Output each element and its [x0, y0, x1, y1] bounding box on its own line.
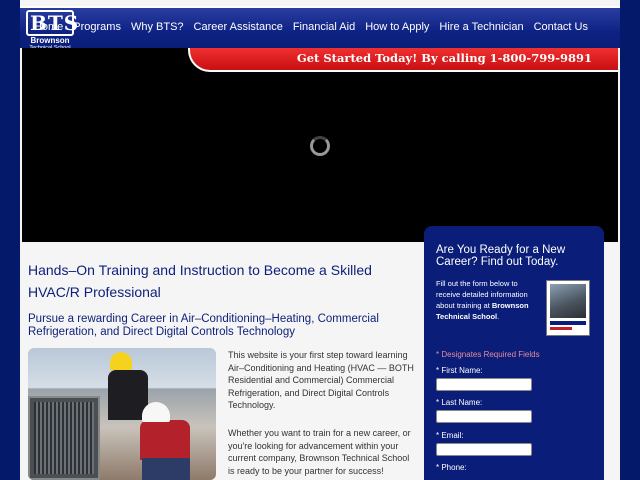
- nav-programs[interactable]: Programs: [73, 21, 121, 33]
- last-name-label: * Last Name:: [436, 398, 483, 407]
- first-name-label: * First Name:: [436, 366, 483, 375]
- technician-jeans: [142, 458, 190, 480]
- form-description-suffix: .: [497, 312, 500, 321]
- first-name-field[interactable]: [436, 378, 532, 391]
- loading-spinner-icon: [310, 136, 330, 156]
- form-title: Are You Ready for a New Career? Find out…: [436, 244, 566, 268]
- nav-why-bts[interactable]: Why BTS?: [131, 21, 184, 33]
- logo-name: Brownson: [30, 36, 70, 45]
- phone-label: * Phone:: [436, 463, 467, 472]
- nav-career-assistance[interactable]: Career Assistance: [194, 21, 283, 33]
- nav-home[interactable]: Home: [34, 21, 63, 33]
- brochure-photo: [550, 284, 586, 318]
- email-field[interactable]: [436, 443, 532, 456]
- top-navigation-bar: BTS Brownson Technical School Home Progr…: [20, 6, 620, 51]
- last-name-field[interactable]: [436, 410, 532, 423]
- brochure-thumbnail: [546, 280, 590, 336]
- intro-paragraph: This website is your first step toward l…: [228, 350, 414, 410]
- page-title: Hands–On Training and Instruction to Bec…: [28, 262, 372, 300]
- main-nav: Home Programs Why BTS? Career Assistance…: [24, 21, 588, 33]
- white-hardhat: [142, 402, 170, 422]
- nav-contact-us[interactable]: Contact Us: [534, 21, 588, 33]
- yellow-hardhat: [110, 352, 132, 370]
- career-paragraph: Whether you want to train for a new care…: [228, 428, 411, 476]
- technicians-photo: [28, 348, 216, 480]
- cta-phone-text: Get Started Today! By calling 1-800-799-…: [296, 51, 592, 65]
- nav-hire-a-technician[interactable]: Hire a Technician: [439, 21, 523, 33]
- email-label: * Email:: [436, 431, 464, 440]
- brochure-bar: [550, 321, 586, 325]
- hero-video-player[interactable]: Get Started Today! By calling 1-800-799-…: [22, 48, 618, 242]
- page-subtitle: Pursue a rewarding Career in Air–Conditi…: [28, 313, 379, 338]
- nav-financial-aid[interactable]: Financial Aid: [293, 21, 355, 33]
- form-description: Fill out the form below to receive detai…: [436, 278, 540, 322]
- ac-unit: [28, 396, 100, 480]
- call-to-action-banner[interactable]: Get Started Today! By calling 1-800-799-…: [188, 48, 618, 72]
- technician-body: [140, 420, 190, 460]
- nav-how-to-apply[interactable]: How to Apply: [365, 21, 429, 33]
- info-request-form: Are You Ready for a New Career? Find out…: [424, 226, 604, 480]
- brochure-bar: [550, 327, 572, 330]
- required-fields-note: * Designates Required Fields: [436, 350, 540, 359]
